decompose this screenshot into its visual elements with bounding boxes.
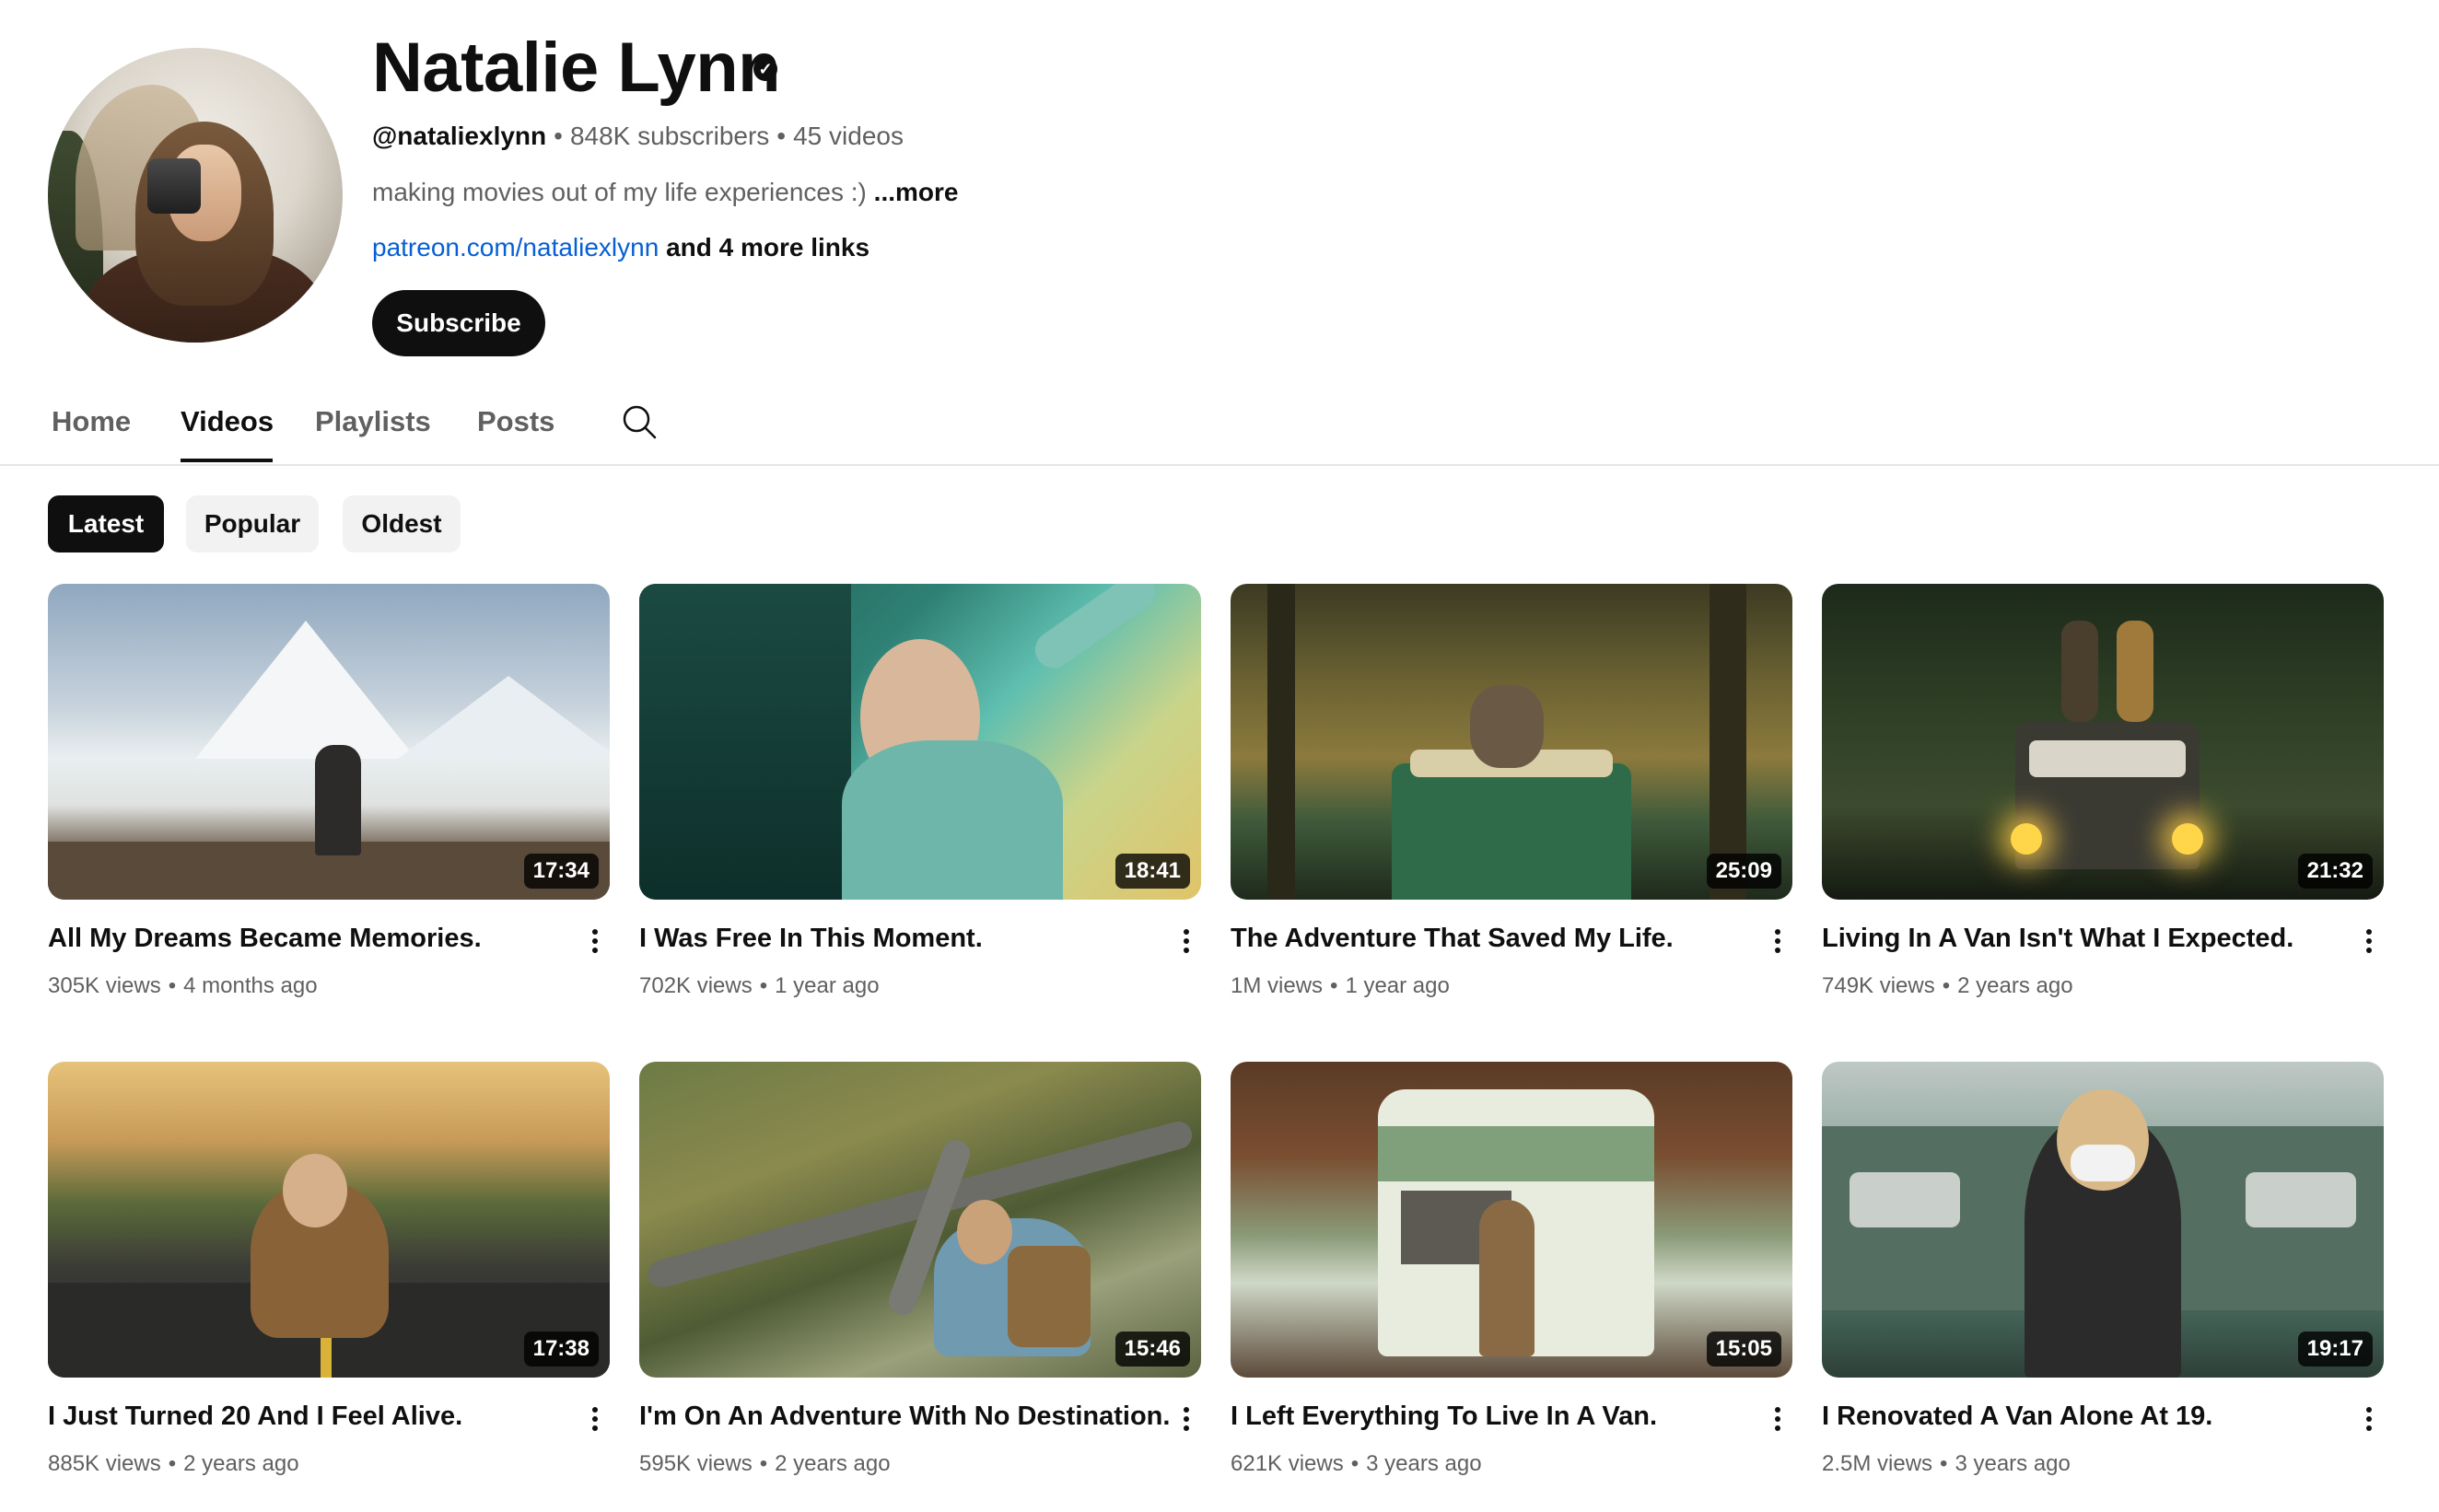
video-thumbnail[interactable]: 18:41 (639, 584, 1201, 900)
video-meta: 621K views • 3 years ago (1231, 1451, 1482, 1477)
chip-latest[interactable]: Latest (48, 495, 164, 552)
upload-age: 2 years ago (775, 1451, 891, 1476)
video-thumbnail[interactable]: 25:09 (1231, 584, 1792, 900)
view-count: 749K views (1822, 973, 1935, 998)
video-duration: 18:41 (1114, 854, 1190, 889)
video-duration: 15:05 (1706, 1332, 1781, 1367)
more-options-icon[interactable] (1764, 1403, 1791, 1440)
upload-age: 2 years ago (183, 1451, 299, 1476)
chip-popular[interactable]: Popular (186, 495, 319, 552)
video-thumbnail[interactable]: 17:34 (48, 584, 610, 900)
video-meta: 885K views • 2 years ago (48, 1451, 299, 1477)
view-count: 305K views (48, 973, 161, 998)
tab-home[interactable]: Home (52, 405, 131, 438)
more-link[interactable]: ...more (874, 178, 959, 206)
video-duration: 19:17 (2297, 1332, 2373, 1367)
more-links-button[interactable]: and 4 more links (666, 233, 869, 262)
video-title[interactable]: I Just Turned 20 And I Feel Alive. (48, 1402, 462, 1432)
view-count: 1M views (1231, 973, 1324, 998)
video-duration: 21:32 (2297, 854, 2373, 889)
channel-avatar (48, 48, 343, 343)
separator-dot: • (776, 122, 787, 150)
video-meta: 305K views • 4 months ago (48, 973, 318, 999)
video-thumbnail[interactable]: 15:46 (639, 1062, 1201, 1378)
channel-description: making movies out of my life experiences… (372, 178, 958, 207)
channel-links: patreon.com/nataliexlynn and 4 more link… (372, 233, 869, 262)
video-title[interactable]: I'm On An Adventure With No Destination. (639, 1402, 1170, 1432)
patreon-link[interactable]: patreon.com/nataliexlynn (372, 233, 659, 262)
verified-badge-icon: ✓ (753, 57, 777, 81)
video-title[interactable]: I Was Free In This Moment. (639, 924, 983, 954)
video-meta: 749K views • 2 years ago (1822, 973, 2073, 999)
video-title[interactable]: I Left Everything To Live In A Van. (1231, 1402, 1657, 1432)
view-count: 885K views (48, 1451, 161, 1476)
more-options-icon[interactable] (581, 925, 609, 962)
separator-dot: • (1330, 973, 1338, 998)
video-thumbnail[interactable]: 17:38 (48, 1062, 610, 1378)
video-duration: 17:34 (523, 854, 599, 889)
video-duration: 25:09 (1706, 854, 1781, 889)
video-thumbnail[interactable]: 15:05 (1231, 1062, 1792, 1378)
video-duration: 15:46 (1114, 1332, 1190, 1367)
more-options-icon[interactable] (2355, 925, 2383, 962)
upload-age: 3 years ago (1955, 1451, 2071, 1476)
video-title[interactable]: The Adventure That Saved My Life. (1231, 924, 1674, 954)
view-count: 2.5M views (1822, 1451, 1933, 1476)
more-options-icon[interactable] (1173, 925, 1200, 962)
video-thumbnail[interactable]: 19:17 (1822, 1062, 2384, 1378)
separator-dot: • (1350, 1451, 1360, 1476)
subscriber-count: 848K subscribers (569, 122, 770, 150)
active-tab-indicator (181, 459, 273, 462)
tab-videos[interactable]: Videos (181, 405, 274, 438)
separator-dot: • (759, 973, 768, 998)
video-thumbnail[interactable]: 21:32 (1822, 584, 2384, 900)
search-icon[interactable] (621, 403, 658, 440)
separator-dot: • (1942, 973, 1951, 998)
tab-posts[interactable]: Posts (477, 405, 554, 438)
separator-dot: • (168, 1451, 177, 1476)
view-count: 595K views (639, 1451, 753, 1476)
channel-name: Natalie Lynn (372, 29, 781, 107)
channel-handle: @nataliexlynn (372, 122, 547, 150)
tabs-divider (0, 464, 2439, 466)
separator-dot: • (168, 973, 177, 998)
separator-dot: • (554, 122, 563, 150)
video-meta: 702K views • 1 year ago (639, 973, 880, 999)
upload-age: 4 months ago (183, 973, 318, 998)
video-meta: 595K views • 2 years ago (639, 1451, 891, 1477)
video-duration: 17:38 (523, 1332, 599, 1367)
more-options-icon[interactable] (1764, 925, 1791, 962)
view-count: 702K views (639, 973, 753, 998)
video-title[interactable]: I Renovated A Van Alone At 19. (1822, 1402, 2212, 1432)
separator-dot: • (1940, 1451, 1948, 1476)
video-title[interactable]: All My Dreams Became Memories. (48, 924, 482, 954)
upload-age: 1 year ago (1345, 973, 1450, 998)
video-meta: 2.5M views • 3 years ago (1822, 1451, 2071, 1477)
video-meta: 1M views • 1 year ago (1231, 973, 1450, 999)
view-count: 621K views (1231, 1451, 1344, 1476)
video-title[interactable]: Living In A Van Isn't What I Expected. (1822, 924, 2293, 954)
more-options-icon[interactable] (2355, 1403, 2383, 1440)
more-options-icon[interactable] (1173, 1403, 1200, 1440)
tab-playlists[interactable]: Playlists (315, 405, 431, 438)
separator-dot: • (759, 1451, 768, 1476)
upload-age: 1 year ago (775, 973, 880, 998)
chip-oldest[interactable]: Oldest (343, 495, 461, 552)
channel-meta: @nataliexlynn • 848K subscribers • 45 videos (372, 122, 904, 151)
upload-age: 3 years ago (1366, 1451, 1482, 1476)
video-count: 45 videos (793, 122, 904, 150)
subscribe-button[interactable]: Subscribe (372, 290, 545, 356)
description-text: making movies out of my life experiences… (372, 178, 867, 206)
more-options-icon[interactable] (581, 1403, 609, 1440)
upload-age: 2 years ago (1957, 973, 2073, 998)
